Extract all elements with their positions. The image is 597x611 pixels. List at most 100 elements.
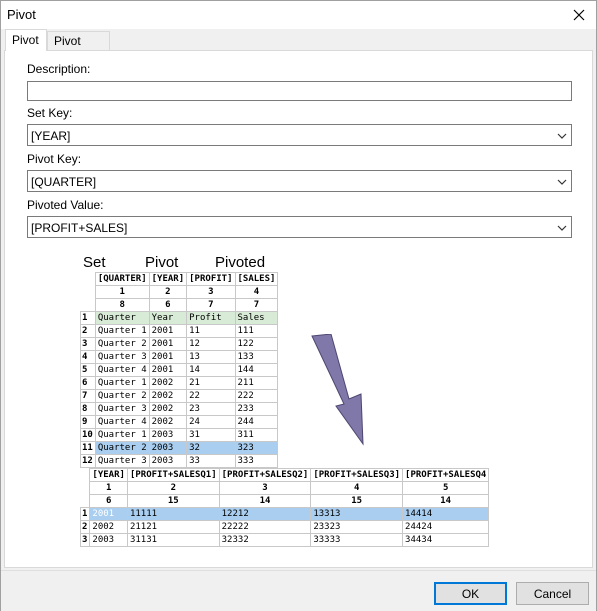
result-row: 3 2003 31131 32332 33333 34434	[79, 533, 490, 547]
source-header: [YEAR]	[148, 272, 188, 286]
source-cell: 244	[234, 415, 279, 429]
tab-pivot-keys[interactable]: Pivot Keys	[47, 31, 110, 66]
cancel-button[interactable]: Cancel	[516, 582, 589, 605]
source-cell: 333	[234, 454, 279, 468]
corner-cell	[80, 481, 90, 495]
result-cell: 32332	[218, 533, 312, 547]
row-number: 3	[79, 533, 91, 547]
source-row: 4 Quarter 3 2001 13 133	[80, 350, 279, 364]
result-index: 1	[89, 481, 128, 495]
row-number: 2	[80, 324, 96, 338]
source-cell: 211	[234, 376, 279, 390]
chevron-down-icon	[557, 225, 567, 231]
tab-pivot[interactable]: Pivot	[5, 29, 47, 51]
result-width: 15	[310, 494, 404, 508]
source-cell: 144	[234, 363, 279, 377]
source-cell: 13	[186, 350, 236, 364]
window-title: Pivot	[7, 7, 36, 22]
source-cell: 133	[234, 350, 279, 364]
source-cell: Quarter 3	[94, 454, 150, 468]
source-cell: Quarter 4	[94, 363, 150, 377]
row-number: 11	[80, 441, 96, 455]
source-width: 7	[234, 298, 279, 312]
source-cell: 233	[234, 402, 279, 416]
result-width: 6	[89, 494, 128, 508]
pivot-key-value: [QUARTER]	[31, 175, 97, 189]
source-cell: 2003	[148, 428, 188, 442]
row-number: 9	[80, 415, 96, 429]
source-cell: 2002	[148, 376, 188, 390]
source-cell: Quarter 3	[94, 402, 150, 416]
tab-strip: Pivot Pivot Keys	[3, 29, 596, 66]
corner-cell	[80, 298, 96, 312]
source-cell: 2002	[148, 389, 188, 403]
source-header: [PROFIT]	[186, 272, 236, 286]
source-row: 2 Quarter 1 2001 11 111	[80, 324, 279, 338]
row-number: 8	[80, 402, 96, 416]
result-index: 5	[402, 481, 490, 495]
source-row: 8 Quarter 3 2002 23 233	[80, 402, 279, 416]
source-index: 1	[94, 285, 150, 299]
pivot-key-dropdown[interactable]: [QUARTER]	[27, 170, 572, 192]
row-number: 6	[80, 376, 96, 390]
row-number: 1	[79, 507, 91, 521]
result-row: 1 2001 11111 12212 13313 14414	[79, 507, 490, 521]
result-table: [YEAR] [PROFIT+SALESQ1] [PROFIT+SALESQ2]…	[79, 468, 490, 547]
source-cell: 22	[186, 389, 236, 403]
source-index: 4	[234, 285, 279, 299]
result-row: 2 2002 21121 22222 23323 24424	[79, 520, 490, 534]
source-header: [SALES]	[234, 272, 279, 286]
source-cell: Quarter 3	[94, 350, 150, 364]
result-cell: 24424	[402, 520, 490, 534]
row-number: 7	[80, 389, 96, 403]
chevron-down-icon	[557, 179, 567, 185]
source-cell: 11	[186, 324, 236, 338]
result-header: [PROFIT+SALESQ4	[402, 468, 490, 482]
source-cell: 12	[186, 337, 236, 351]
source-cell: Quarter 2	[94, 389, 150, 403]
source-cell: Quarter 1	[94, 376, 150, 390]
chevron-down-icon	[557, 133, 567, 139]
source-row: 5 Quarter 4 2001 14 144	[80, 363, 279, 377]
set-key-dropdown[interactable]: [YEAR]	[27, 124, 572, 146]
description-field[interactable]	[27, 81, 572, 101]
source-cell: 32	[186, 441, 236, 455]
pivoted-value-dropdown[interactable]: [PROFIT+SALES]	[27, 216, 572, 238]
pivot-dialog: Pivot Pivot Pivot Keys Description: Set …	[0, 0, 597, 611]
source-cell: 2002	[148, 402, 188, 416]
corner-cell	[80, 494, 90, 508]
button-bar: OK Cancel	[1, 570, 596, 611]
source-index: 3	[186, 285, 236, 299]
source-cell: 24	[186, 415, 236, 429]
set-key-label: Set Key:	[27, 106, 73, 120]
source-cell: Quarter 1	[94, 324, 150, 338]
result-header: [PROFIT+SALESQ3]	[310, 468, 404, 482]
row-number: 5	[80, 363, 96, 377]
title-bar: Pivot	[1, 1, 596, 29]
result-width: 14	[218, 494, 312, 508]
source-cell: 2003	[148, 441, 188, 455]
source-row: 11 Quarter 2 2003 32 323	[80, 441, 279, 455]
result-cell: 22222	[218, 520, 312, 534]
pivoted-value-label: Pivoted Value:	[27, 198, 104, 212]
source-row: 1 Quarter Year Profit Sales	[80, 311, 279, 325]
source-row: 3 Quarter 2 2001 12 122	[80, 337, 279, 351]
source-row: 9 Quarter 4 2002 24 244	[80, 415, 279, 429]
corner-cell	[80, 468, 90, 482]
ok-button[interactable]: OK	[434, 582, 507, 605]
source-cell: 2002	[148, 415, 188, 429]
source-cell: Sales	[234, 311, 279, 325]
result-cell: 12212	[218, 507, 312, 521]
source-cell: 111	[234, 324, 279, 338]
source-row: 12 Quarter 3 2003 33 333	[80, 454, 279, 468]
close-button[interactable]	[562, 1, 596, 29]
result-width: 15	[126, 494, 220, 508]
source-cell: 31	[186, 428, 236, 442]
row-number: 4	[80, 350, 96, 364]
source-cell: 33	[186, 454, 236, 468]
result-header: [YEAR]	[89, 468, 128, 482]
source-cell: Quarter 2	[94, 441, 150, 455]
result-cell: 2002	[89, 520, 128, 534]
source-cell: 2001	[148, 324, 188, 338]
result-cell: 21121	[126, 520, 220, 534]
